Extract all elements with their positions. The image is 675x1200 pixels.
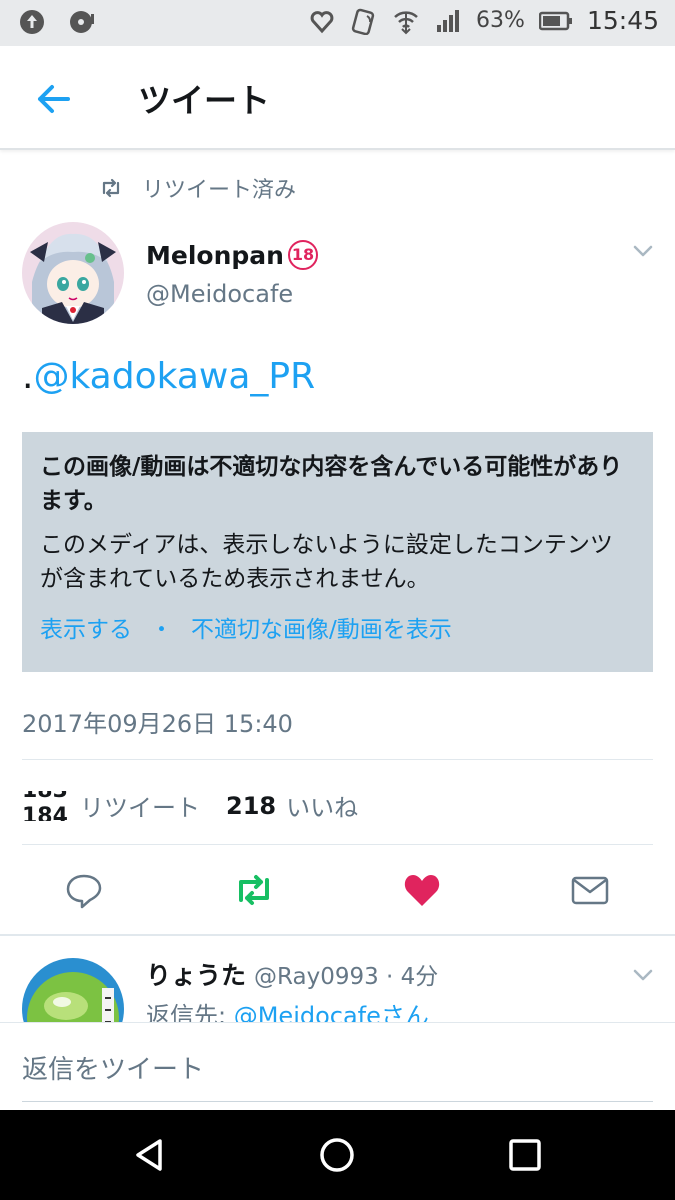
author-name[interactable]: Melonpan 18 — [146, 240, 318, 270]
retweet-context: リツイート済み — [98, 172, 296, 204]
retweet-count[interactable]: 183 184 — [22, 791, 72, 821]
tweet-text: .@kadokawa_PR — [22, 356, 315, 397]
sensitive-warning-body: このメディアは、表示しないように設定したコンテンツが含まれているため表示されませ… — [40, 532, 613, 592]
sensitive-media-warning: この画像/動画は不適切な内容を含んでいる可能性があります。 このメディアは、表示… — [22, 432, 653, 672]
reply-compose-bar: 返信をツイート — [0, 1022, 675, 1110]
like-label: いいね — [286, 794, 359, 822]
divider — [22, 844, 653, 845]
retweet-icon — [102, 178, 120, 198]
upload-notification-icon — [20, 10, 44, 34]
section-separator — [0, 934, 675, 936]
author-display-name: Melonpan — [146, 240, 284, 270]
battery-percent: 63% — [476, 8, 525, 33]
like-heart-icon[interactable] — [402, 870, 442, 910]
avatar[interactable] — [22, 222, 124, 324]
like-count[interactable]: 218 — [226, 792, 276, 820]
app-header: ツイート — [0, 46, 675, 150]
input-underline — [22, 1101, 653, 1102]
age-restriction-badge: 18 — [287, 240, 318, 270]
nav-recents-icon[interactable] — [505, 1135, 545, 1175]
sensitive-warning-links: 表示する ・ 不適切な画像/動画を表示 — [40, 610, 635, 644]
clock: 15:45 — [586, 6, 659, 35]
author-handle[interactable]: @Meidocafe — [146, 280, 293, 308]
page-title: ツイート — [138, 81, 270, 120]
reply-input[interactable]: 返信をツイート — [22, 1049, 204, 1086]
chevron-down-icon[interactable] — [630, 962, 656, 988]
nav-back-icon[interactable] — [130, 1135, 170, 1175]
system-nav-bar — [0, 1110, 675, 1200]
direct-message-icon[interactable] — [570, 870, 610, 910]
mention-link[interactable]: @kadokawa_PR — [33, 356, 315, 397]
retweet-count-old: 183 — [22, 791, 68, 804]
reply-author-meta: @Ray0993 · 4分 — [254, 964, 439, 990]
nav-home-icon[interactable] — [317, 1135, 357, 1175]
disc-notification-icon — [70, 11, 94, 33]
tweet-stats: 183 184 リツイート 218 いいね — [22, 788, 358, 823]
status-bar: 63% 15:45 — [0, 0, 675, 46]
tweet-timestamp: 2017年09月26日 15:40 — [22, 710, 293, 738]
retweet-action-icon[interactable] — [232, 870, 276, 910]
heart-shield-icon — [310, 10, 334, 33]
divider — [22, 759, 653, 760]
wifi-icon — [394, 10, 418, 34]
retweet-context-label: リツイート済み — [142, 178, 297, 203]
retweet-label: リツイート — [80, 794, 200, 822]
tweet-actions — [0, 864, 675, 914]
battery-icon — [538, 11, 572, 30]
signal-icon — [437, 9, 460, 32]
back-arrow-icon[interactable] — [30, 76, 76, 122]
reply-author-name[interactable]: りょうた — [146, 956, 246, 992]
retweet-count-new: 184 — [22, 803, 68, 821]
reply-header: りょうた @Ray0993 · 4分 — [146, 956, 438, 992]
sensitive-settings-link[interactable]: 不適切な画像/動画を表示 — [191, 610, 452, 644]
reply-icon[interactable] — [64, 870, 104, 910]
show-media-link[interactable]: 表示する — [40, 610, 132, 644]
sensitive-warning-title: この画像/動画は不適切な内容を含んでいる可能性があります。 — [40, 454, 623, 514]
nfc-icon — [351, 8, 375, 35]
chevron-down-icon[interactable] — [630, 238, 656, 264]
link-separator: ・ — [150, 617, 173, 643]
tweet-text-prefix: . — [22, 356, 34, 397]
